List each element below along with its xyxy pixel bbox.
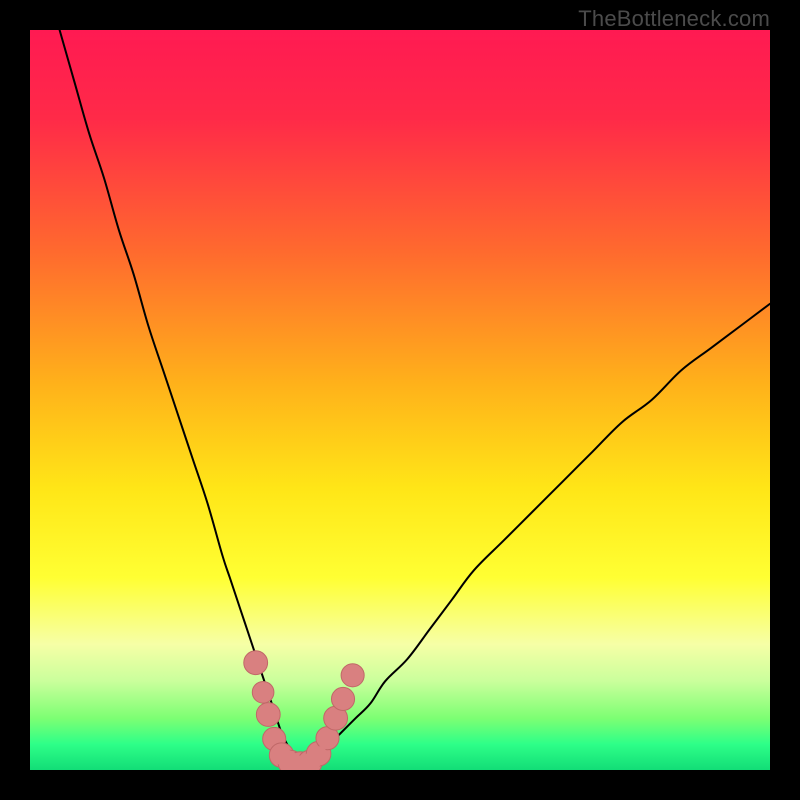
outer-frame: TheBottleneck.com xyxy=(0,0,800,800)
marker-point xyxy=(341,664,364,687)
marker-capsule xyxy=(310,755,319,762)
marker-point xyxy=(244,651,268,675)
marker-point xyxy=(256,703,280,727)
marker-point xyxy=(252,681,274,703)
watermark-text: TheBottleneck.com xyxy=(578,6,770,32)
chart-canvas xyxy=(30,30,770,770)
chart-svg xyxy=(30,30,770,770)
marker-point xyxy=(331,687,354,710)
gradient-background xyxy=(30,30,770,770)
